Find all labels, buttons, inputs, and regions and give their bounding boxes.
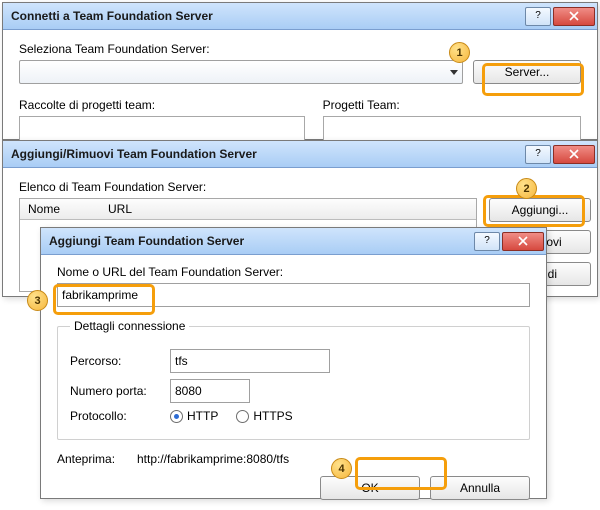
addserver-dialog: Aggiungi Team Foundation Server ? Nome o…	[40, 227, 547, 499]
connect-dialog: Connetti a Team Foundation Server ? Sele…	[2, 2, 598, 140]
port-label: Numero porta:	[70, 384, 170, 398]
server-list-label: Elenco di Team Foundation Server:	[19, 180, 581, 194]
col-name-header: Nome	[28, 202, 108, 216]
help-button[interactable]: ?	[474, 232, 500, 251]
port-value: 8080	[175, 384, 202, 398]
http-label: HTTP	[187, 409, 218, 423]
grid-header: Nome URL	[20, 199, 476, 220]
addremove-dialog-titlebar: Aggiungi/Rimuovi Team Foundation Server …	[3, 141, 597, 168]
port-input[interactable]: 8080	[170, 379, 250, 403]
projects-label: Progetti Team:	[323, 98, 581, 112]
https-label: HTTPS	[253, 409, 292, 423]
select-server-label: Seleziona Team Foundation Server:	[19, 42, 581, 56]
col-url-header: URL	[108, 202, 132, 216]
close-icon	[568, 149, 580, 159]
path-value: tfs	[175, 354, 188, 368]
close-button[interactable]	[553, 7, 595, 26]
connect-dialog-titlebar: Connetti a Team Foundation Server ?	[3, 3, 597, 30]
preview-value: http://fabrikamprime:8080/tfs	[137, 452, 289, 466]
server-name-value: fabrikamprime	[62, 288, 138, 302]
server-combo[interactable]	[19, 60, 463, 84]
path-input[interactable]: tfs	[170, 349, 330, 373]
addremove-dialog-title: Aggiungi/Rimuovi Team Foundation Server	[11, 147, 523, 161]
close-icon	[568, 11, 580, 21]
preview-label: Anteprima:	[57, 452, 137, 466]
radio-icon	[236, 410, 249, 423]
path-label: Percorso:	[70, 354, 170, 368]
connection-details-group: Dettagli connessione Percorso: tfs Numer…	[57, 319, 530, 440]
help-button[interactable]: ?	[525, 7, 551, 26]
close-button[interactable]	[502, 232, 544, 251]
connect-dialog-title: Connetti a Team Foundation Server	[11, 9, 523, 23]
addserver-dialog-title: Aggiungi Team Foundation Server	[49, 234, 472, 248]
protocol-https-radio[interactable]: HTTPS	[236, 409, 292, 423]
callout-3: 3	[27, 290, 48, 311]
addserver-dialog-body: Nome o URL del Team Foundation Server: f…	[41, 255, 546, 510]
protocol-label: Protocollo:	[70, 409, 170, 423]
cancel-button[interactable]: Annulla	[430, 476, 530, 500]
ok-button[interactable]: OK	[320, 476, 420, 500]
server-name-input[interactable]: fabrikamprime	[57, 283, 530, 307]
callout-1: 1	[449, 42, 470, 63]
connection-details-legend: Dettagli connessione	[70, 319, 189, 333]
radio-icon	[170, 410, 183, 423]
servers-button[interactable]: Server...	[473, 60, 581, 84]
protocol-http-radio[interactable]: HTTP	[170, 409, 218, 423]
callout-2: 2	[516, 178, 537, 199]
connect-dialog-body: Seleziona Team Foundation Server: Server…	[3, 30, 597, 156]
server-name-label: Nome o URL del Team Foundation Server:	[57, 265, 530, 279]
add-server-button[interactable]: Aggiungi...	[489, 198, 591, 222]
addserver-dialog-titlebar: Aggiungi Team Foundation Server ?	[41, 228, 546, 255]
help-button[interactable]: ?	[525, 145, 551, 164]
close-icon	[517, 236, 529, 246]
collections-label: Raccolte di progetti team:	[19, 98, 305, 112]
chevron-down-icon	[450, 70, 458, 75]
callout-4: 4	[331, 458, 352, 479]
close-button[interactable]	[553, 145, 595, 164]
